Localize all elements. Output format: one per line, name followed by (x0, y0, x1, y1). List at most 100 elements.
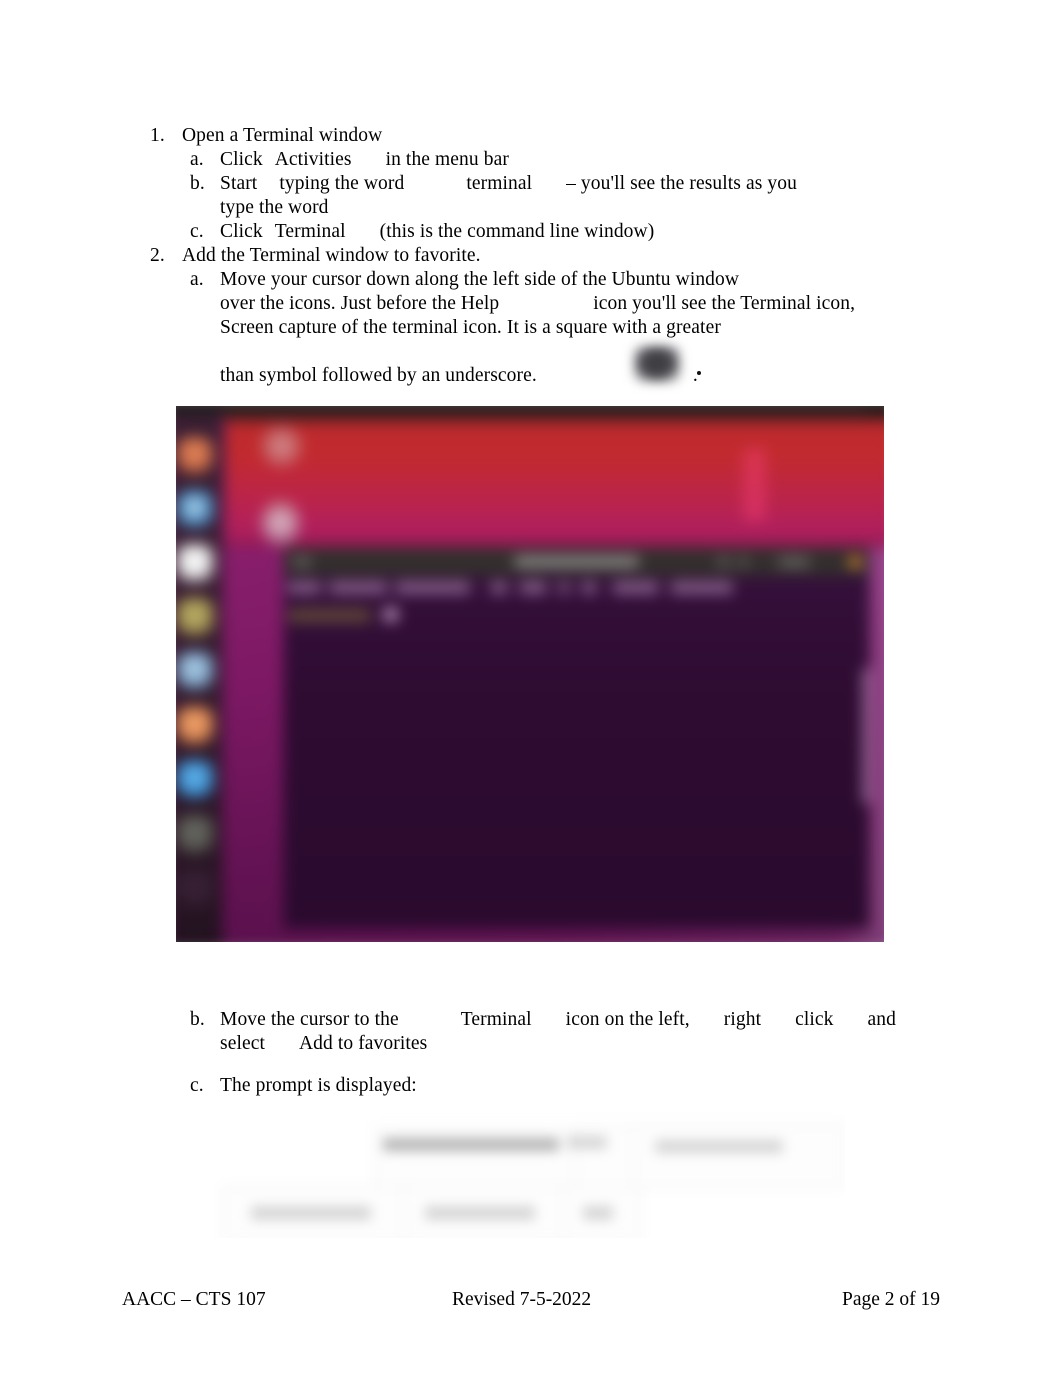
titlebar-right-chip-1 (718, 557, 729, 568)
step-2a-line3: Screen capture of the terminal icon. It … (220, 317, 721, 338)
step-2a-line4a: than symbol followed by an underscore. (220, 365, 537, 386)
dock-icon-firefox[interactable] (176, 435, 215, 476)
step-2b-cont2: Add to favorites (299, 1033, 428, 1054)
dock-icon-rhythmbox[interactable] (176, 597, 215, 637)
list-marker-1b: b. (190, 173, 205, 194)
terminal-line-1f (558, 581, 570, 594)
list-item-1c: c. Click Terminal (this is the command lin… (150, 220, 940, 244)
dock-icon-help[interactable] (176, 759, 215, 800)
overview-blob-1 (260, 425, 303, 467)
list-item-2-title: Add the Terminal window to favorite. (182, 245, 481, 266)
terminal-icon-artifact (697, 371, 701, 375)
footer-page-number: Page 2 of 19 (841, 1289, 940, 1310)
document-page: 1. Open a Terminal window a. Click Activi… (0, 0, 1062, 1376)
list-marker-1c: c. (190, 221, 204, 242)
titlebar-left-chip (294, 557, 311, 568)
list-item-1a: a. Click Activities in the menu bar (150, 148, 940, 172)
step-1a-term: Activities (274, 149, 352, 170)
step-1b-cont: type the word (220, 197, 329, 218)
overview-blob-2 (260, 500, 301, 546)
terminal-line-1c (395, 581, 470, 594)
overview-highlight (743, 448, 766, 521)
step-1b-part3: – you'll see the results as you (566, 173, 797, 194)
list-item-1c-text: Click Terminal (this is the command line w… (220, 220, 940, 244)
terminal-line-1h (612, 581, 659, 594)
footer-course: AACC – CTS 107 (122, 1289, 266, 1310)
terminal-icon (633, 345, 681, 383)
screenshot-blur-layer (176, 406, 884, 942)
prompt-box-upper (375, 1128, 577, 1188)
instruction-list-lower: b. Move the cursor to the Terminal icon on… (150, 1008, 940, 1098)
step-1c-part2: (this is the command line window) (379, 221, 655, 242)
prompt-text-line-1 (383, 1138, 559, 1151)
list-marker-2a: a. (190, 269, 204, 290)
list-item-2a-text: Move your cursor down along the left sid… (220, 268, 940, 388)
terminal-close-button[interactable] (848, 556, 862, 569)
step-2b-part3: right (723, 1009, 762, 1030)
dock-icon-thunderbird[interactable] (176, 489, 215, 530)
list-item-2c: c. The prompt is displayed: (150, 1074, 940, 1098)
list-item-1-title: Open a Terminal window (182, 125, 383, 146)
step-1b-part2: typing the word (279, 173, 405, 194)
step-2a-line2: over the icons. Just before the Help icon… (220, 292, 940, 316)
step-1b-term: terminal (466, 173, 533, 194)
terminal-line-1d (490, 581, 508, 594)
step-1a-part1: Click (220, 149, 263, 170)
step-1b-part1: Start (220, 173, 258, 194)
prompt-text-line-4 (583, 1206, 613, 1220)
list-item-1: 1. Open a Terminal window (150, 124, 940, 148)
step-2a-line4: than symbol followed by an underscore.. (220, 364, 940, 388)
dock-icon-trash[interactable] (176, 868, 215, 908)
terminal-window-title (514, 556, 639, 568)
list-item-1b-cont: type the word (150, 196, 940, 220)
step-2b-line1: Move the cursor to the Terminal icon on th… (220, 1008, 940, 1032)
list-item-1b: b. Start typing the word terminal – you'll … (150, 172, 940, 196)
prompt-text-line-1b (567, 1136, 607, 1149)
list-item-2: 2. Add the Terminal window to favorite. (150, 244, 940, 268)
terminal-line-1a (287, 581, 321, 594)
dock-icon-libreoffice-writer[interactable] (176, 651, 215, 691)
step-2b-line2: select Add to favorites (220, 1032, 940, 1056)
dock-icon-files[interactable] (176, 543, 215, 583)
terminal-cursor (383, 606, 399, 623)
step-2b-part5: and (867, 1009, 896, 1030)
step-2a-line1: Move your cursor down along the left sid… (220, 269, 740, 290)
list-item-1b-text: Start typing the word terminal – you'll see… (220, 172, 940, 196)
step-2b-cont1: select (220, 1033, 265, 1054)
list-marker-1: 1. (150, 125, 165, 146)
step-2a-line2a: over the icons. Just before the Help (220, 293, 500, 314)
prompt-screenshot-blur-layer (215, 1108, 845, 1238)
terminal-body[interactable] (283, 575, 870, 929)
step-2b-part4: click (795, 1009, 834, 1030)
terminal-scrollbar[interactable] (862, 668, 870, 804)
activities-overview-panel (225, 413, 884, 548)
prompt-box-far-right (633, 1124, 845, 1188)
instruction-list: 1. Open a Terminal window a. Click Activi… (150, 124, 940, 388)
list-item-1a-text: Click Activities in the menu bar (220, 148, 940, 172)
list-item-2a: a. Move your cursor down along the left … (150, 268, 940, 388)
dock-icon-software[interactable] (176, 706, 215, 746)
step-1c-part1: Click (220, 221, 263, 242)
terminal-titlebar[interactable] (283, 547, 870, 576)
titlebar-right-chip-2 (739, 557, 748, 568)
titlebar-right-chip-3 (778, 557, 810, 568)
list-marker-2: 2. (150, 245, 165, 266)
prompt-text-line-3 (425, 1206, 535, 1220)
prompt-text-line-1c (655, 1140, 783, 1153)
top-bar-surface (223, 406, 866, 414)
list-marker-2b: b. (190, 1009, 205, 1030)
step-2a-line2b: icon you'll see the Terminal icon, (593, 293, 856, 314)
step-1a-part2: in the menu bar (385, 149, 509, 170)
list-marker-1a: a. (190, 149, 204, 170)
ubuntu-dock (176, 411, 223, 942)
list-marker-2c: c. (190, 1075, 204, 1096)
step-2a-line4b: . (692, 365, 698, 386)
prompt-text-line-2 (251, 1206, 371, 1220)
page-footer: AACC – CTS 107 Revised 7-5-2022 Page 2 o… (122, 1288, 940, 1312)
terminal-line-1e (519, 581, 547, 594)
dock-icon-terminal[interactable] (176, 814, 215, 855)
list-item-2b: b. Move the cursor to the Terminal icon on… (150, 1008, 940, 1056)
ubuntu-desktop-screenshot (176, 406, 884, 942)
terminal-window[interactable] (283, 547, 870, 929)
